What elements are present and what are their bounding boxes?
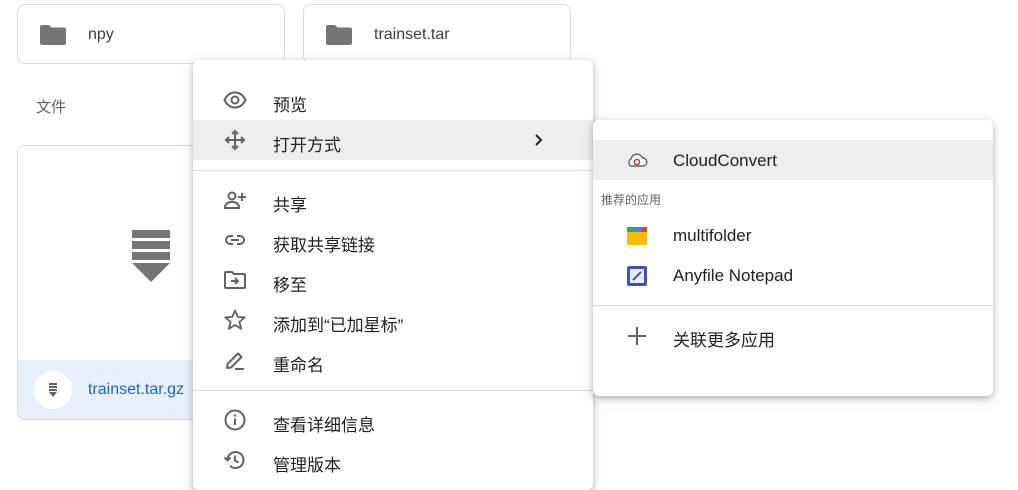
menu-item-label: 预览 xyxy=(273,96,307,115)
menu-item-move-to[interactable]: 移至 xyxy=(193,260,593,300)
file-thumbnail xyxy=(18,146,216,360)
files-section-label: 文件 xyxy=(36,99,67,116)
recommended-apps-heading: 推荐的应用 xyxy=(601,193,662,207)
submenu-item-label: CloudConvert xyxy=(673,151,777,170)
pencil-icon xyxy=(226,352,244,370)
archive-badge xyxy=(34,371,72,409)
folder-card-npy[interactable]: npy xyxy=(17,4,285,64)
menu-item-label: 移至 xyxy=(273,276,307,295)
eye-icon xyxy=(223,91,247,109)
menu-item-share[interactable]: 共享 xyxy=(193,180,593,220)
menu-item-manage-versions[interactable]: 管理版本 xyxy=(193,440,593,480)
person-add-icon xyxy=(223,191,246,209)
menu-item-label: 获取共享链接 xyxy=(273,236,375,255)
menu-item-add-star[interactable]: 添加到“已加星标” xyxy=(193,300,593,340)
submenu-item-anyfile-notepad[interactable]: Anyfile Notepad xyxy=(593,255,993,295)
history-icon xyxy=(223,451,245,469)
move-arrows-icon xyxy=(224,129,246,151)
menu-item-get-link[interactable]: 获取共享链接 xyxy=(193,220,593,260)
menu-item-label: 打开方式 xyxy=(273,136,341,155)
plus-icon xyxy=(628,327,646,345)
file-footer: trainset.tar.gz xyxy=(18,360,216,419)
submenu-item-label: 关联更多应用 xyxy=(673,331,775,350)
submenu-divider xyxy=(593,305,993,306)
link-icon xyxy=(225,235,245,245)
submenu-item-connect-more-apps[interactable]: 关联更多应用 xyxy=(593,315,993,355)
menu-item-rename[interactable]: 重命名 xyxy=(193,340,593,380)
move-to-folder-icon xyxy=(224,271,246,289)
menu-item-label: 添加到“已加星标” xyxy=(273,316,404,335)
context-menu: 预览 打开方式 共享 获取共享链接 移至 添加到“已加星标” 重命名 查看详细信… xyxy=(193,60,593,490)
submenu-item-multifolder[interactable]: multifolder xyxy=(593,215,993,255)
menu-divider xyxy=(193,170,593,171)
anyfile-notepad-icon xyxy=(627,266,647,286)
menu-item-label: 管理版本 xyxy=(273,456,341,475)
archive-icon xyxy=(132,230,170,282)
menu-item-label: 查看详细信息 xyxy=(273,416,375,435)
archive-icon xyxy=(49,383,57,397)
folder-icon xyxy=(326,25,352,45)
menu-item-label: 重命名 xyxy=(273,356,324,375)
submenu-item-label: Anyfile Notepad xyxy=(673,266,794,285)
info-icon xyxy=(224,409,246,431)
cloudconvert-icon xyxy=(628,153,648,167)
multifolder-icon xyxy=(627,227,647,245)
submenu-item-label: multifolder xyxy=(673,226,752,245)
menu-divider xyxy=(193,390,593,391)
folder-name: npy xyxy=(88,26,114,43)
open-with-submenu: CloudConvert 推荐的应用 multifolder Anyfile N… xyxy=(593,120,993,396)
folder-card-trainset-tar[interactable]: trainset.tar xyxy=(303,4,571,64)
menu-item-label: 共享 xyxy=(273,196,307,215)
chevron-right-icon xyxy=(535,134,543,146)
menu-item-preview[interactable]: 预览 xyxy=(193,80,593,120)
file-card[interactable]: trainset.tar.gz xyxy=(17,145,217,420)
menu-item-details[interactable]: 查看详细信息 xyxy=(193,400,593,440)
folder-icon xyxy=(40,25,66,45)
folder-name: trainset.tar xyxy=(374,26,450,43)
star-icon xyxy=(224,309,246,330)
submenu-item-cloudconvert[interactable]: CloudConvert xyxy=(593,140,993,180)
file-name: trainset.tar.gz xyxy=(88,381,185,398)
menu-item-open-with[interactable]: 打开方式 xyxy=(193,120,593,160)
